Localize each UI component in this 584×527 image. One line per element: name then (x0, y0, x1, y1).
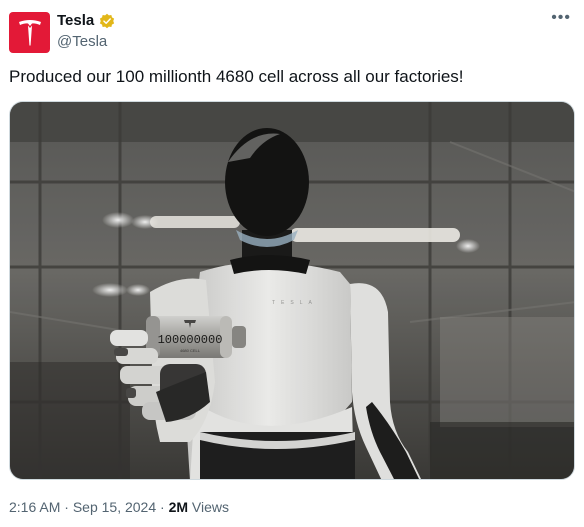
tweet-date[interactable]: Sep 15, 2024 (73, 499, 156, 515)
author-name[interactable]: Tesla (57, 12, 94, 30)
tweet-time[interactable]: 2:16 AM (9, 499, 60, 515)
meta-separator: · (64, 499, 69, 515)
tweet-metadata: 2:16 AM · Sep 15, 2024 · 2M Views (9, 498, 229, 516)
views-label: Views (191, 499, 230, 515)
tweet-media-image[interactable]: TESLA 100000000 4680 CELL (9, 101, 575, 480)
optimus-robot-photo: TESLA 100000000 4680 CELL (10, 102, 574, 479)
more-options-icon[interactable]: ••• (551, 10, 571, 26)
verified-badge-icon[interactable] (99, 13, 115, 29)
meta-separator: · (160, 499, 165, 515)
tweet-card: Tesla @Tesla ••• Produced our 100 millio… (0, 0, 584, 527)
author-row: Tesla (57, 12, 115, 30)
tesla-logo-icon (18, 19, 41, 46)
views-count: 2M (168, 499, 189, 515)
avatar[interactable] (9, 12, 50, 53)
tweet-text: Produced our 100 millionth 4680 cell acr… (9, 67, 464, 86)
author-handle[interactable]: @Tesla (57, 33, 107, 51)
